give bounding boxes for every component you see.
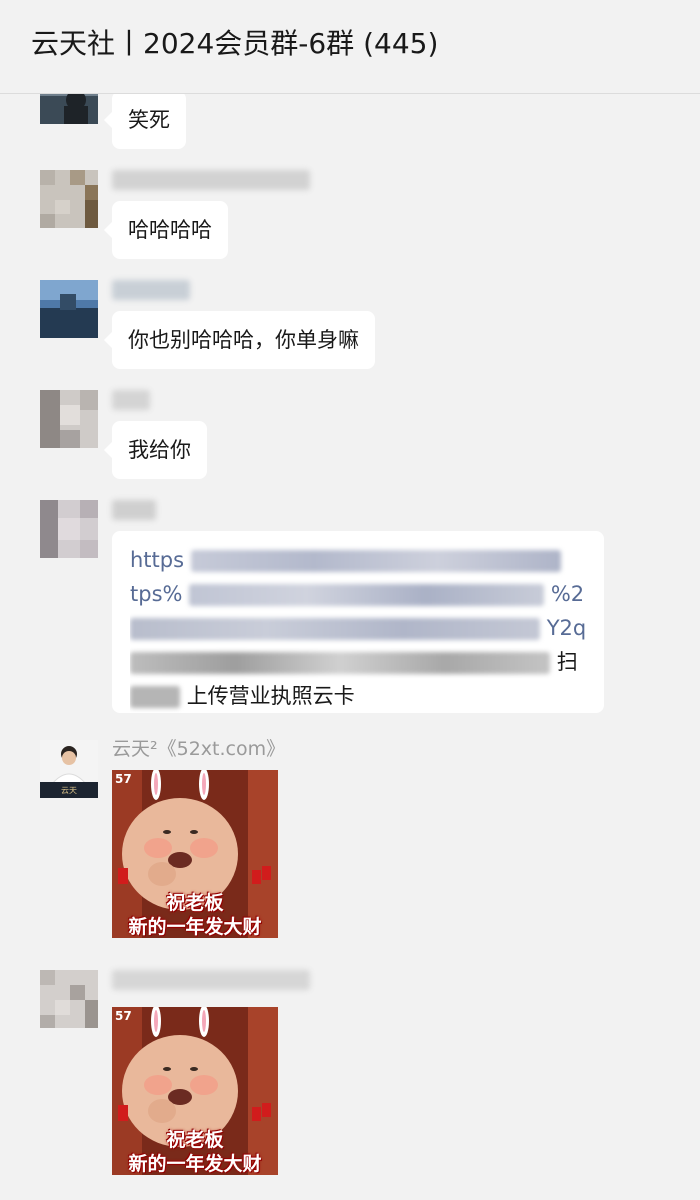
message-bubble[interactable]: 哈哈哈哈 <box>104 201 228 259</box>
avatar[interactable] <box>40 390 98 448</box>
link-text: %2 <box>550 582 585 606</box>
message-text: 上传营业执照云卡 <box>186 684 355 708</box>
redacted-text <box>190 550 561 572</box>
message-text: 你也别哈哈哈，你单身嘛 <box>128 328 359 352</box>
avatar[interactable] <box>40 500 98 558</box>
sender-name-redacted <box>112 390 150 410</box>
message-text: 我给你 <box>128 438 191 462</box>
link-text: https <box>130 548 185 572</box>
sticker-badge: 57 <box>115 772 132 786</box>
avatar-image <box>40 970 98 1028</box>
avatar[interactable] <box>40 970 98 1028</box>
avatar-image <box>40 94 98 124</box>
sticker-caption: 祝老板 <box>166 892 224 914</box>
link-line[interactable]: 上传营业执照云卡 <box>130 679 586 713</box>
avatar-image <box>40 170 98 228</box>
link-line[interactable]: Y2q <box>130 611 586 645</box>
message-bubble[interactable]: 你也别哈哈哈，你单身嘛 <box>104 311 375 369</box>
redacted-text <box>130 652 550 674</box>
sender-name-redacted <box>112 500 156 520</box>
link-line[interactable]: 扫 <box>130 645 586 679</box>
avatar[interactable]: 云天 <box>40 740 98 798</box>
link-line[interactable]: tps% %2 <box>130 577 586 611</box>
sender-name[interactable]: 云天²《52xt.com》 <box>112 734 285 761</box>
redacted-text <box>130 618 540 640</box>
avatar[interactable] <box>40 94 98 124</box>
avatar-image <box>40 280 98 338</box>
sticker-badge: 57 <box>115 1009 132 1023</box>
sticker-caption: 祝老板 <box>166 1129 224 1151</box>
chat-header: 云天社丨2024会员群-6群 (445) <box>0 0 700 94</box>
avatar-signature: 云天 <box>61 786 77 795</box>
link-text: Y2q <box>546 616 586 640</box>
sticker-caption: 新的一年发大财 <box>128 1153 262 1175</box>
sticker-caption: 新的一年发大财 <box>128 916 262 938</box>
link-line[interactable]: https <box>130 543 586 577</box>
sender-name-redacted <box>112 170 310 190</box>
redacted-text <box>189 584 545 606</box>
sender-name-redacted <box>112 280 190 300</box>
message-bubble[interactable]: 笑死 <box>104 94 186 149</box>
avatar-image <box>40 390 98 448</box>
chat-title[interactable]: 云天社丨2024会员群-6群 (445) <box>31 22 438 62</box>
message-list[interactable]: 笑死 哈哈哈哈 你也别哈哈哈，你单身嘛 我给你 https tps% %2 Y2… <box>0 94 700 1200</box>
link-text: tps% <box>130 582 183 606</box>
sender-name-redacted <box>112 970 310 990</box>
sticker-image[interactable]: 57 祝老板 新的一年发大财 <box>112 1007 278 1175</box>
avatar[interactable] <box>40 280 98 338</box>
redacted-text <box>130 686 180 708</box>
avatar-image <box>40 500 98 558</box>
link-message-bubble[interactable]: https tps% %2 Y2q 扫 上传营业执照云卡 <box>112 531 604 713</box>
message-text: 笑死 <box>128 108 170 132</box>
sticker-image[interactable]: 57 祝老板 新的一年发大财 <box>112 770 278 938</box>
message-text: 哈哈哈哈 <box>128 218 212 242</box>
message-bubble[interactable]: 我给你 <box>104 421 207 479</box>
message-text: 扫 <box>556 650 578 674</box>
avatar[interactable] <box>40 170 98 228</box>
